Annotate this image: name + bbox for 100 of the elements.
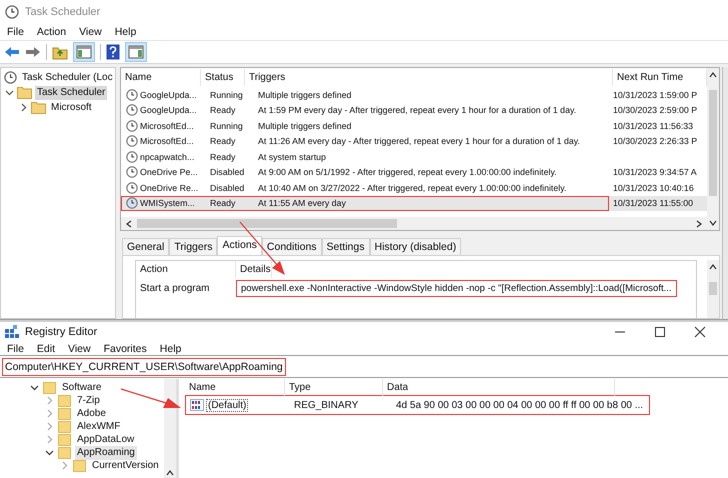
horizontal-scrollbar[interactable] [121,217,707,230]
task-next-run: 10/31/2023 9:34:57 A [612,166,698,180]
chevron-icon[interactable] [5,88,14,97]
task-triggers: At 1:59 PM every day - After triggered, repeat every 1 hour for a duration of 1 day. [257,105,578,116]
task-row[interactable]: WMISystem... Ready At 11:55 AM every day 10/31/2023 11:55:00 [121,196,707,211]
tree-item[interactable]: CurrentVersion [90,458,161,472]
tree-item[interactable]: AppDataLow [75,432,136,446]
back-icon[interactable] [4,45,20,59]
vertical-scrollbar[interactable] [707,260,719,318]
value-row[interactable]: (Default) REG_BINARY 4d 5a 90 00 03 00 00 00 04 00 00 00 ff ff 00 00 b8 00 ... [185,395,650,415]
task-triggers: At 9:00 AM on 5/1/1992 - After triggered, repeat every 1.00:00:00 indefinitely. [257,167,558,178]
column-header[interactable]: Details [236,261,272,278]
tree-item[interactable]: 7-Zip [75,394,102,408]
scroll-up-icon[interactable] [166,469,174,477]
tab[interactable]: History (disabled) [370,238,462,255]
console-tree-toggle-button[interactable] [73,42,95,62]
folder-icon [58,408,71,420]
action-details: powershell.exe -NonInteractive -WindowStyle hidden -nop -c "[Reflection.Assembly]::Load([Microsoft... [236,280,677,296]
task-status: Disabled [209,167,246,178]
task-row[interactable]: GoogleUpda... Running Multiple triggers defined 10/31/2023 1:59:00 P [121,87,707,102]
task-row[interactable]: GoogleUpda... Ready At 1:59 PM every day - After triggered, repeat every 1 hour for a duration of 1 day. 10/30/2023 2:59:00 P [121,102,707,118]
task-next-run: 10/31/2023 10:40:16 [612,182,695,195]
tree-item[interactable]: AppRoaming [75,446,137,460]
task-row[interactable]: MicrosoftEd... Ready At 11:26 AM every day - After triggered, repeat every 1 hour for a duration of 1 day. 10/30/2023 2:26:33 P [121,134,707,149]
task-status: Disabled [209,182,246,193]
close-icon[interactable] [694,326,706,338]
forward-icon[interactable] [25,45,41,59]
task-row[interactable]: OneDrive Pe... Disabled At 9:00 AM on 5/1/1992 - After triggered, repeat every 1.00:00:00 indefinitely. 10/31/2023 9:34:57 A [121,164,707,180]
scroll-left-icon[interactable] [125,220,133,228]
scroll-up-icon[interactable] [709,71,717,79]
task-name: WMISystem... [140,198,195,208]
tree-item[interactable]: AlexWMF [75,420,122,434]
menu-item[interactable]: View [79,26,102,38]
menu-item[interactable]: Help [160,342,182,354]
task-triggers: At system startup [257,152,327,162]
menu-item[interactable]: Edit [36,342,56,354]
task-status: Ready [209,198,236,208]
scroll-right-icon[interactable] [695,220,703,228]
help-icon[interactable] [106,44,120,60]
task-status: Ready [209,152,236,162]
chevron-icon[interactable] [45,448,54,457]
tree-item[interactable]: Task Scheduler [35,86,108,100]
clock-icon [126,104,138,116]
clock-icon [126,120,138,132]
clock-icon [126,166,138,178]
scroll-down-icon[interactable] [709,219,717,227]
menu-item[interactable]: View [68,342,91,354]
action-pane-toggle-button[interactable] [125,42,147,62]
maximize-icon[interactable] [654,326,666,338]
clock-icon [126,88,138,101]
task-row[interactable]: npcapwatch... Ready At system startup [121,149,707,164]
vertical-scrollbar[interactable] [707,68,719,230]
task-name: MicrosoftEd... [140,136,194,146]
clock-icon [126,135,138,148]
tab[interactable]: Triggers [169,238,218,255]
chevron-icon[interactable] [30,383,39,392]
task-triggers: At 11:55 AM every day [257,198,347,208]
folder-icon [17,86,32,99]
vertical-scrollbar[interactable] [164,379,176,478]
tree-item[interactable]: Software [60,380,104,394]
task-row[interactable]: MicrosoftEd... Running Multiple triggers defined 10/31/2023 11:56:33 [121,118,707,134]
column-header[interactable]: Name [121,69,201,86]
column-header[interactable]: Status [201,69,245,86]
folder-icon [58,434,71,446]
menu-item[interactable]: Favorites [104,342,147,354]
task-name: npcapwatch... [140,152,194,162]
menu-item[interactable]: File [7,26,24,38]
scrollbar-thumb[interactable] [709,90,717,196]
scrollbar-thumb[interactable] [137,219,397,228]
column-header[interactable]: Data [383,378,615,396]
annotation-arrow [120,388,182,410]
tree-item[interactable]: Task Scheduler (Loc [20,70,115,84]
action-type: Start a program [139,282,210,294]
folder-icon [58,420,71,432]
tree-item[interactable]: Adobe [75,406,108,420]
column-header[interactable]: Triggers [245,69,613,86]
tab[interactable]: Settings [322,238,370,255]
task-row[interactable]: OneDrive Re... Disabled At 10:40 AM on 3/27/2022 - After triggered, repeat every 1.00:00:00 indefinitely. 10/31/2023 10:40:16 [121,180,707,196]
menu-item[interactable]: Help [114,26,136,38]
task-triggers: At 11:26 AM every day - After triggered, repeat every 1 hour for a duration of 1 day. [257,136,581,146]
column-header[interactable]: Name [185,378,285,396]
task-triggers: Multiple triggers defined [257,90,352,100]
menu-item[interactable]: File [7,342,24,354]
chevron-icon[interactable] [19,103,28,112]
task-name: OneDrive Re... [140,182,198,193]
tab[interactable]: Actions [217,236,262,255]
clock-icon [126,150,138,163]
value-name: (Default) [206,398,248,412]
column-header[interactable]: Action [136,261,236,278]
address-bar[interactable]: Computer\HKEY_CURRENT_USER\Software\AppRoaming [0,355,728,378]
registry-icon [5,325,19,339]
tab[interactable]: General [122,238,170,255]
task-name: GoogleUpda... [140,90,197,100]
menu-item[interactable]: Action [36,26,66,38]
scroll-up-icon[interactable] [709,263,717,271]
task-status: Running [209,90,244,100]
column-header[interactable]: Type [285,378,383,396]
tab[interactable]: Conditions [262,238,322,255]
scrollbar-thumb[interactable] [709,282,717,295]
tree-item[interactable]: Microsoft [49,100,94,114]
